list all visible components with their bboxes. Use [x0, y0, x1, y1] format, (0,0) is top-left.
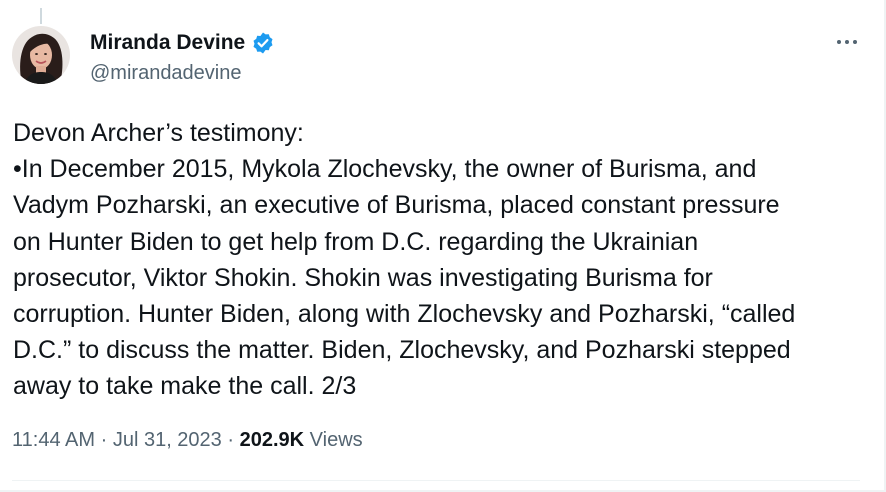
author-handle[interactable]: @mirandadevine	[90, 60, 242, 86]
tweet-meta: 11:44 AM · Jul 31, 2023 · 202.9K Views	[12, 426, 363, 454]
divider	[12, 480, 860, 481]
tweet-card: Miranda Devine @mirandadevine Devon Arch…	[0, 0, 886, 492]
verified-badge-icon[interactable]	[251, 31, 275, 55]
views-count[interactable]: 202.9K	[240, 429, 305, 451]
author-name-row: Miranda Devine	[90, 30, 275, 56]
tweet-text-line: Vadym Pozharski, an executive of Burisma…	[13, 191, 780, 220]
tweet-text-line: Devon Archer’s testimony:	[13, 119, 304, 147]
author-display-name[interactable]: Miranda Devine	[90, 30, 245, 56]
tweet-time[interactable]: 11:44 AM	[12, 429, 95, 451]
tweet-text-line: •In December 2015, Mykola Zlochevsky, th…	[13, 155, 757, 184]
tweet-text-line: away to take make the call. 2/3	[13, 372, 357, 401]
tweet-date[interactable]: Jul 31, 2023	[113, 429, 222, 451]
thread-connector-line	[40, 8, 42, 24]
tweet-text-line: D.C.” to discuss the matter. Biden, Zloc…	[13, 336, 791, 365]
avatar[interactable]	[12, 26, 70, 84]
more-options-icon[interactable]	[832, 30, 862, 54]
meta-separator: ·	[227, 429, 235, 451]
tweet-text-line: corruption. Hunter Biden, along with Zlo…	[13, 300, 796, 329]
views-label: Views	[309, 429, 363, 451]
tweet-text-line: on Hunter Biden to get help from D.C. re…	[13, 227, 699, 256]
meta-separator: ·	[100, 429, 108, 451]
tweet-text: Devon Archer’s testimony: •In December 2…	[13, 115, 873, 405]
avatar-image	[12, 26, 70, 84]
tweet-text-line: prosecutor, Viktor Shokin. Shokin was in…	[13, 263, 713, 292]
